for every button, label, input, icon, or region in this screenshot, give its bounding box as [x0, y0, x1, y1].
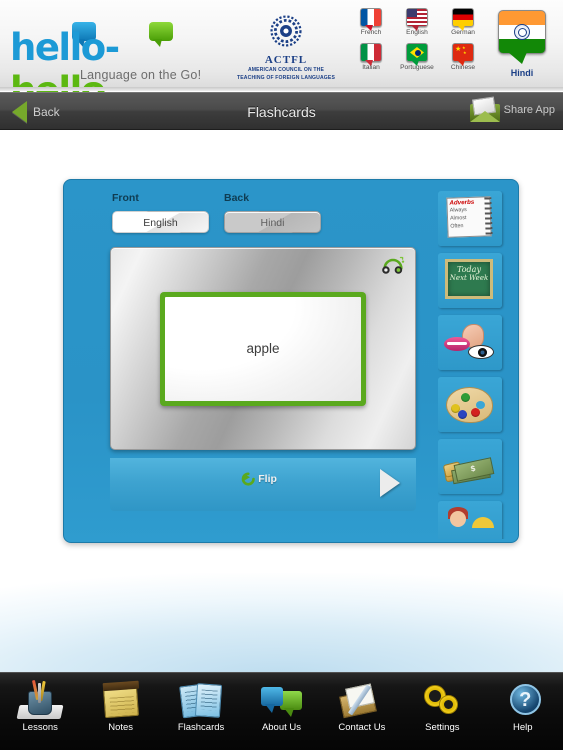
category-thumbnail-adverbs[interactable]: Adverbs Always Almost Often [438, 191, 502, 246]
flag-germany-icon [452, 8, 474, 31]
language-option-german[interactable]: German [440, 8, 486, 36]
thumb-time-line-1: Today [457, 265, 481, 274]
logo-tagline: Language on the Go! [80, 68, 202, 82]
flag-france-icon [360, 8, 382, 31]
flashcard-panel: Front Back English Hindi apple Flip Adve… [63, 179, 519, 543]
back-language-button[interactable]: Hindi [224, 211, 321, 233]
category-thumbnail-money[interactable] [438, 439, 502, 494]
ashoka-chakra-icon [514, 24, 530, 40]
envelope-icon [469, 96, 500, 122]
flag-usa-icon [406, 8, 428, 31]
back-label: Back [224, 192, 250, 204]
eye-icon [468, 345, 494, 359]
flip-button-label: Flip [258, 473, 277, 485]
toolbar-label: Flashcards [177, 722, 225, 733]
person-head-icon [450, 511, 466, 527]
category-thumbnail-colors[interactable] [438, 377, 502, 432]
toolbar-label: Help [512, 722, 533, 733]
refresh-arrow-icon [241, 472, 255, 486]
spiral-binding-icon [484, 197, 493, 236]
language-option-chinese[interactable]: ★ ★ ★ Chinese [440, 43, 486, 71]
actfl-line-2: TEACHING OF FOREIGN LANGUAGES [236, 74, 336, 81]
logo-dash: - [104, 26, 120, 69]
share-app-button[interactable]: Share App [469, 96, 555, 122]
toolbar-item-flashcards[interactable]: Flashcards [161, 672, 241, 750]
toolbar-item-contact-us[interactable]: Contact Us [322, 672, 402, 750]
front-language-button[interactable]: English [112, 211, 209, 233]
lips-icon [444, 337, 470, 351]
gears-icon [416, 677, 468, 721]
flashcard-word: apple [246, 341, 280, 356]
language-option-portuguese[interactable]: Portuguese [394, 43, 440, 71]
triangle-left-icon [12, 101, 27, 123]
toolbar-item-settings[interactable]: Settings [402, 672, 482, 750]
toolbar-label: About Us [261, 722, 302, 733]
back-button-label: Back [33, 105, 60, 119]
toolbar-label: Notes [108, 722, 134, 733]
share-app-label: Share App [503, 104, 555, 116]
toolbar-label: Lessons [22, 722, 58, 733]
toolbar-item-lessons[interactable]: Lessons [0, 672, 80, 750]
language-option-french[interactable]: French [348, 8, 394, 36]
toolbar-item-notes[interactable]: Notes [80, 672, 160, 750]
selected-language-label: Hindi [510, 68, 534, 78]
category-thumbnail-senses[interactable] [438, 315, 502, 370]
toolbar-label: Contact Us [338, 722, 386, 733]
flag-brazil-icon [406, 43, 428, 66]
app-header: hello-hello Language on the Go! ACTFL AM… [0, 0, 563, 112]
actfl-emblem-icon [270, 15, 302, 47]
toolbar-item-help[interactable]: ? Help [483, 672, 563, 750]
flag-china-icon: ★ ★ ★ [452, 43, 474, 66]
flashcards-icon [175, 677, 227, 721]
actfl-name: ACTFL [264, 54, 308, 66]
palette-icon [446, 387, 493, 423]
language-option-hindi-selected[interactable]: Hindi [496, 10, 548, 78]
flag-italy-icon [360, 43, 382, 66]
notepad-icon [95, 677, 147, 721]
next-card-button[interactable] [380, 469, 400, 497]
logo-part-one: hello [10, 26, 106, 69]
hat-icon [472, 517, 494, 528]
language-option-italian[interactable]: Italian [348, 43, 394, 71]
headphones-icon[interactable] [381, 255, 405, 275]
question-mark-icon: ? [497, 677, 549, 721]
toolbar-label: Settings [425, 722, 460, 733]
chalkboard-icon: Today Next Week [445, 259, 493, 299]
thumb-time-line-2: Next Week [449, 274, 489, 282]
flip-button[interactable]: Flip [240, 472, 277, 486]
back-button[interactable]: Back [12, 101, 60, 123]
pencil-cup-icon [14, 677, 66, 721]
banknote-icon [453, 457, 495, 482]
background-glow [0, 573, 563, 678]
toolbar-item-about-us[interactable]: About Us [241, 672, 321, 750]
flashcard-stage: apple [110, 247, 416, 450]
brand-logo[interactable]: hello-hello Language on the Go! [10, 12, 205, 112]
front-label: Front [112, 192, 139, 204]
language-option-english[interactable]: English [394, 8, 440, 36]
speech-bubbles-icon [255, 677, 307, 721]
category-thumbnail-list[interactable]: Adverbs Always Almost Often Today Next W… [438, 191, 506, 539]
bottom-toolbar: Lessons Notes Flashcards About Us Contac… [0, 672, 563, 750]
category-thumbnail-time[interactable]: Today Next Week [438, 253, 502, 308]
actfl-badge: ACTFL AMERICAN COUNCIL ON THE TEACHING O… [236, 14, 336, 82]
navigation-bar: Flashcards Back Share App [0, 92, 563, 130]
actfl-line-1: AMERICAN COUNCIL ON THE [247, 67, 325, 73]
flag-india-icon [498, 10, 546, 64]
category-thumbnail-people[interactable] [438, 501, 502, 539]
envelope-pen-icon [336, 677, 388, 721]
thumb-adverbs-line-3: Often [450, 223, 464, 230]
flashcard[interactable]: apple [160, 291, 366, 406]
flashcard-controls: Flip [110, 458, 416, 511]
